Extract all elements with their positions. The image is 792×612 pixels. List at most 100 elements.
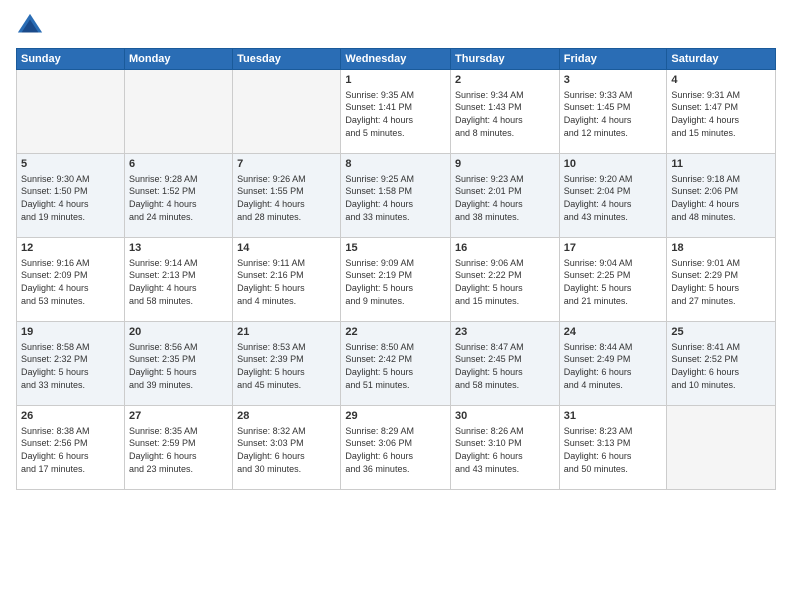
weekday-header-saturday: Saturday [667, 49, 776, 70]
calendar-cell: 16Sunrise: 9:06 AM Sunset: 2:22 PM Dayli… [451, 238, 560, 322]
day-info: Sunrise: 9:04 AM Sunset: 2:25 PM Dayligh… [564, 257, 663, 307]
day-number: 4 [671, 73, 771, 88]
day-number: 21 [237, 325, 336, 340]
day-info: Sunrise: 9:31 AM Sunset: 1:47 PM Dayligh… [671, 89, 771, 139]
calendar-cell: 17Sunrise: 9:04 AM Sunset: 2:25 PM Dayli… [559, 238, 667, 322]
weekday-header-thursday: Thursday [451, 49, 560, 70]
calendar-cell: 19Sunrise: 8:58 AM Sunset: 2:32 PM Dayli… [17, 322, 125, 406]
weekday-header-monday: Monday [124, 49, 232, 70]
day-number: 24 [564, 325, 663, 340]
day-number: 2 [455, 73, 555, 88]
day-info: Sunrise: 8:35 AM Sunset: 2:59 PM Dayligh… [129, 425, 228, 475]
day-number: 29 [345, 409, 446, 424]
calendar-cell: 31Sunrise: 8:23 AM Sunset: 3:13 PM Dayli… [559, 406, 667, 490]
calendar-cell: 7Sunrise: 9:26 AM Sunset: 1:55 PM Daylig… [233, 154, 341, 238]
logo [16, 12, 48, 40]
calendar-cell: 25Sunrise: 8:41 AM Sunset: 2:52 PM Dayli… [667, 322, 776, 406]
day-number: 5 [21, 157, 120, 172]
day-info: Sunrise: 8:58 AM Sunset: 2:32 PM Dayligh… [21, 341, 120, 391]
day-number: 17 [564, 241, 663, 256]
day-number: 3 [564, 73, 663, 88]
calendar-cell: 4Sunrise: 9:31 AM Sunset: 1:47 PM Daylig… [667, 70, 776, 154]
day-info: Sunrise: 8:29 AM Sunset: 3:06 PM Dayligh… [345, 425, 446, 475]
calendar-cell: 29Sunrise: 8:29 AM Sunset: 3:06 PM Dayli… [341, 406, 451, 490]
day-info: Sunrise: 8:38 AM Sunset: 2:56 PM Dayligh… [21, 425, 120, 475]
day-info: Sunrise: 8:26 AM Sunset: 3:10 PM Dayligh… [455, 425, 555, 475]
calendar-cell: 2Sunrise: 9:34 AM Sunset: 1:43 PM Daylig… [451, 70, 560, 154]
day-info: Sunrise: 9:33 AM Sunset: 1:45 PM Dayligh… [564, 89, 663, 139]
day-info: Sunrise: 9:23 AM Sunset: 2:01 PM Dayligh… [455, 173, 555, 223]
day-info: Sunrise: 9:20 AM Sunset: 2:04 PM Dayligh… [564, 173, 663, 223]
calendar-cell [233, 70, 341, 154]
day-number: 23 [455, 325, 555, 340]
calendar-cell: 3Sunrise: 9:33 AM Sunset: 1:45 PM Daylig… [559, 70, 667, 154]
day-number: 26 [21, 409, 120, 424]
day-info: Sunrise: 9:01 AM Sunset: 2:29 PM Dayligh… [671, 257, 771, 307]
day-number: 30 [455, 409, 555, 424]
day-number: 1 [345, 73, 446, 88]
calendar-week-row: 26Sunrise: 8:38 AM Sunset: 2:56 PM Dayli… [17, 406, 776, 490]
day-number: 27 [129, 409, 228, 424]
day-info: Sunrise: 9:09 AM Sunset: 2:19 PM Dayligh… [345, 257, 446, 307]
day-info: Sunrise: 8:32 AM Sunset: 3:03 PM Dayligh… [237, 425, 336, 475]
calendar-cell: 8Sunrise: 9:25 AM Sunset: 1:58 PM Daylig… [341, 154, 451, 238]
day-number: 28 [237, 409, 336, 424]
day-number: 19 [21, 325, 120, 340]
calendar-week-row: 19Sunrise: 8:58 AM Sunset: 2:32 PM Dayli… [17, 322, 776, 406]
weekday-header-wednesday: Wednesday [341, 49, 451, 70]
calendar-cell: 28Sunrise: 8:32 AM Sunset: 3:03 PM Dayli… [233, 406, 341, 490]
calendar-cell [667, 406, 776, 490]
day-info: Sunrise: 8:50 AM Sunset: 2:42 PM Dayligh… [345, 341, 446, 391]
calendar-cell: 1Sunrise: 9:35 AM Sunset: 1:41 PM Daylig… [341, 70, 451, 154]
calendar-cell: 12Sunrise: 9:16 AM Sunset: 2:09 PM Dayli… [17, 238, 125, 322]
calendar-cell [17, 70, 125, 154]
page-header [16, 12, 776, 40]
calendar-week-row: 5Sunrise: 9:30 AM Sunset: 1:50 PM Daylig… [17, 154, 776, 238]
day-number: 15 [345, 241, 446, 256]
calendar-table: SundayMondayTuesdayWednesdayThursdayFrid… [16, 48, 776, 490]
calendar-cell: 13Sunrise: 9:14 AM Sunset: 2:13 PM Dayli… [124, 238, 232, 322]
calendar-cell: 11Sunrise: 9:18 AM Sunset: 2:06 PM Dayli… [667, 154, 776, 238]
calendar-cell: 26Sunrise: 8:38 AM Sunset: 2:56 PM Dayli… [17, 406, 125, 490]
calendar-cell: 30Sunrise: 8:26 AM Sunset: 3:10 PM Dayli… [451, 406, 560, 490]
calendar-cell: 14Sunrise: 9:11 AM Sunset: 2:16 PM Dayli… [233, 238, 341, 322]
day-number: 31 [564, 409, 663, 424]
weekday-header-friday: Friday [559, 49, 667, 70]
calendar-cell: 15Sunrise: 9:09 AM Sunset: 2:19 PM Dayli… [341, 238, 451, 322]
logo-icon [16, 12, 44, 40]
calendar-cell: 24Sunrise: 8:44 AM Sunset: 2:49 PM Dayli… [559, 322, 667, 406]
day-info: Sunrise: 9:25 AM Sunset: 1:58 PM Dayligh… [345, 173, 446, 223]
day-info: Sunrise: 9:18 AM Sunset: 2:06 PM Dayligh… [671, 173, 771, 223]
calendar-cell: 27Sunrise: 8:35 AM Sunset: 2:59 PM Dayli… [124, 406, 232, 490]
day-number: 12 [21, 241, 120, 256]
calendar-cell: 20Sunrise: 8:56 AM Sunset: 2:35 PM Dayli… [124, 322, 232, 406]
day-info: Sunrise: 8:56 AM Sunset: 2:35 PM Dayligh… [129, 341, 228, 391]
day-info: Sunrise: 8:23 AM Sunset: 3:13 PM Dayligh… [564, 425, 663, 475]
calendar-cell [124, 70, 232, 154]
day-info: Sunrise: 9:28 AM Sunset: 1:52 PM Dayligh… [129, 173, 228, 223]
day-number: 25 [671, 325, 771, 340]
day-number: 10 [564, 157, 663, 172]
day-number: 18 [671, 241, 771, 256]
day-info: Sunrise: 9:11 AM Sunset: 2:16 PM Dayligh… [237, 257, 336, 307]
weekday-header-tuesday: Tuesday [233, 49, 341, 70]
day-number: 16 [455, 241, 555, 256]
day-number: 6 [129, 157, 228, 172]
calendar-cell: 21Sunrise: 8:53 AM Sunset: 2:39 PM Dayli… [233, 322, 341, 406]
day-number: 8 [345, 157, 446, 172]
day-info: Sunrise: 9:34 AM Sunset: 1:43 PM Dayligh… [455, 89, 555, 139]
calendar-cell: 18Sunrise: 9:01 AM Sunset: 2:29 PM Dayli… [667, 238, 776, 322]
day-info: Sunrise: 8:53 AM Sunset: 2:39 PM Dayligh… [237, 341, 336, 391]
day-info: Sunrise: 9:16 AM Sunset: 2:09 PM Dayligh… [21, 257, 120, 307]
day-number: 11 [671, 157, 771, 172]
day-info: Sunrise: 8:41 AM Sunset: 2:52 PM Dayligh… [671, 341, 771, 391]
day-info: Sunrise: 9:06 AM Sunset: 2:22 PM Dayligh… [455, 257, 555, 307]
weekday-header-sunday: Sunday [17, 49, 125, 70]
calendar-cell: 22Sunrise: 8:50 AM Sunset: 2:42 PM Dayli… [341, 322, 451, 406]
day-info: Sunrise: 9:26 AM Sunset: 1:55 PM Dayligh… [237, 173, 336, 223]
day-number: 9 [455, 157, 555, 172]
calendar-week-row: 12Sunrise: 9:16 AM Sunset: 2:09 PM Dayli… [17, 238, 776, 322]
day-number: 13 [129, 241, 228, 256]
calendar-cell: 9Sunrise: 9:23 AM Sunset: 2:01 PM Daylig… [451, 154, 560, 238]
day-info: Sunrise: 9:35 AM Sunset: 1:41 PM Dayligh… [345, 89, 446, 139]
